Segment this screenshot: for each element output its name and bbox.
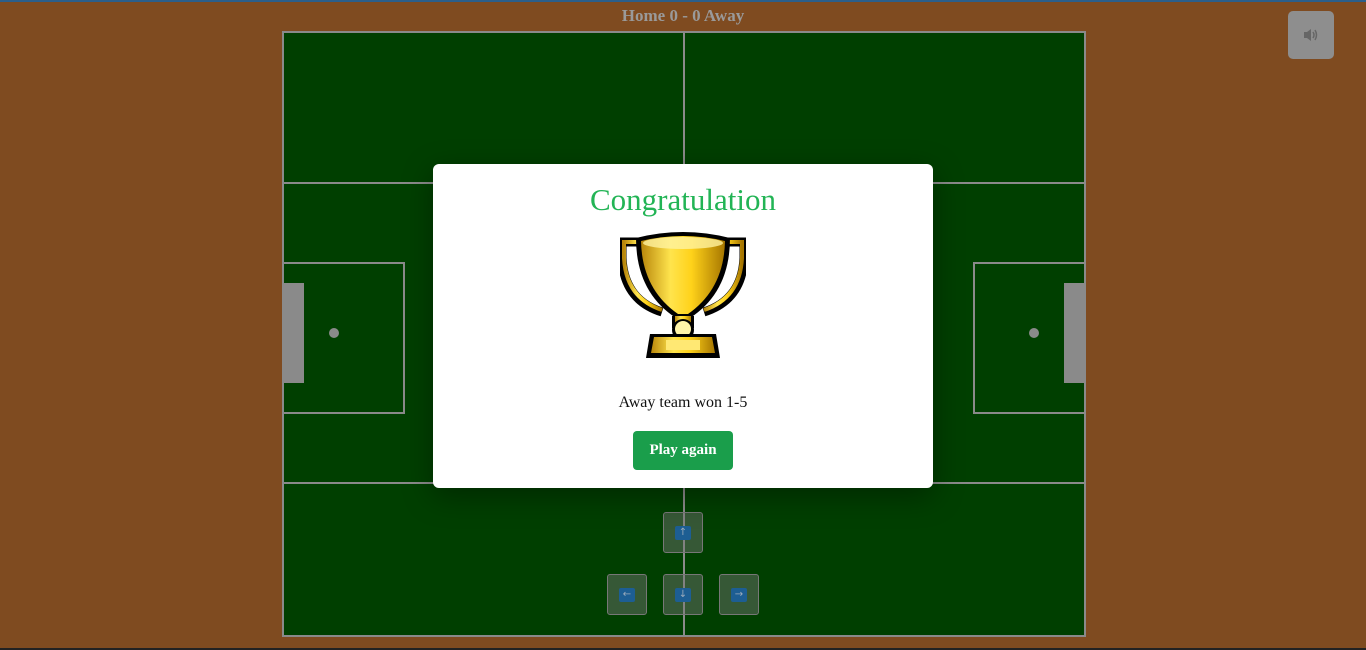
right-penalty-spot [1029,328,1039,338]
move-left-button[interactable]: ← [607,574,647,615]
modal-title: Congratulation [590,182,776,217]
sound-toggle-button[interactable] [1288,11,1334,59]
arrow-up-icon: ↑ [675,525,691,540]
speaker-icon [1304,29,1318,41]
arrow-down-icon: ↓ [675,587,691,602]
left-goal [284,283,304,383]
move-up-button[interactable]: ↑ [663,512,703,553]
move-right-button[interactable]: → [719,574,759,615]
arrow-left-icon: ← [619,587,635,602]
right-goal [1064,283,1084,383]
left-penalty-spot [329,328,339,338]
top-border [0,0,1366,2]
play-again-button[interactable]: Play again [633,431,733,470]
move-down-button[interactable]: ↓ [663,574,703,615]
scoreboard: Home 0 - 0 Away [621,6,745,25]
trophy-icon [620,232,746,358]
result-message: Away team won 1-5 [618,394,748,411]
arrow-right-icon: → [731,587,747,602]
game-over-modal: Congratulation Away team won 1-5 Play ag… [433,164,933,488]
